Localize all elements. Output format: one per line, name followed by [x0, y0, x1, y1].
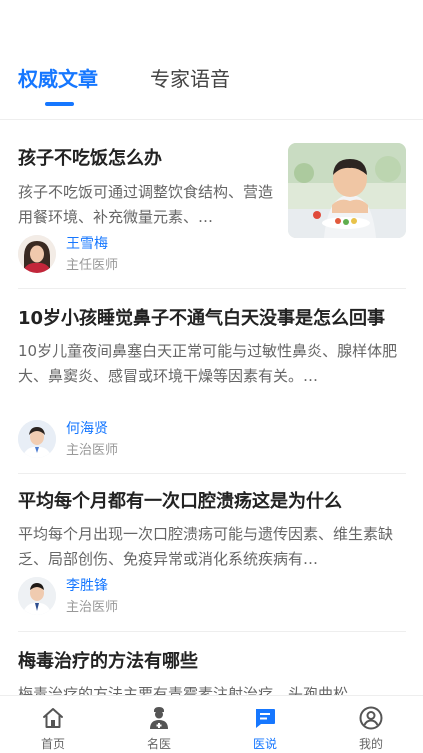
- tabbar-item-home[interactable]: 首页: [0, 696, 106, 753]
- bottom-tab-bar: 首页 名医 医说 我的: [0, 695, 423, 753]
- article-summary: 孩子不吃饭可通过调整饮食结构、营造用餐环境、补充微量元素、…: [18, 183, 274, 226]
- article-title: 孩子不吃饭怎么办: [18, 148, 162, 169]
- author-title: 主治医师: [66, 600, 119, 615]
- tab-expert-voice[interactable]: 专家语音: [150, 64, 230, 94]
- article-card[interactable]: 梅毒治疗的方法有哪些 梅毒治疗的方法主要有青霉素注射治疗、头孢曲松…: [18, 632, 406, 695]
- tabbar-label: 我的: [358, 737, 383, 751]
- home-icon: [43, 708, 63, 728]
- avatar: [18, 235, 56, 273]
- article-summary: 平均每个月出现一次口腔溃疡可能与遗传因素、维生素缺乏、局部创伤、免疫异常或消化系…: [18, 525, 394, 568]
- author-title: 主任医师: [66, 258, 119, 273]
- article-card[interactable]: 孩子不吃饭怎么办 孩子不吃饭可通过调整饮食结构、营造用餐环境、补充微量元素、… …: [18, 121, 406, 289]
- doctor-icon: [150, 707, 168, 729]
- article-title: 梅毒治疗的方法有哪些: [18, 651, 198, 672]
- tabbar-label: 首页: [40, 737, 65, 751]
- article-feed[interactable]: 孩子不吃饭怎么办 孩子不吃饭可通过调整饮食结构、营造用餐环境、补充微量元素、… …: [0, 121, 423, 695]
- chat-icon: [256, 709, 275, 728]
- tab-active-indicator: [45, 102, 74, 106]
- tabbar-label: 名医: [146, 737, 171, 751]
- profile-icon: [359, 706, 383, 730]
- tab-authority-articles[interactable]: 权威文章: [18, 64, 98, 94]
- article-summary: 梅毒治疗的方法主要有青霉素注射治疗、头孢曲松…: [18, 685, 364, 695]
- article-title: 平均每个月都有一次口腔溃疡这是为什么: [18, 491, 342, 512]
- article-card[interactable]: 平均每个月都有一次口腔溃疡这是为什么 平均每个月出现一次口腔溃疡可能与遗传因素、…: [18, 474, 406, 632]
- author-name: 李胜锋: [66, 578, 108, 594]
- article-summary: 10岁儿童夜间鼻塞白天正常可能与过敏性鼻炎、腺样体肥大、鼻窦炎、感冒或环境干燥等…: [18, 342, 398, 385]
- tabbar-label: 医说: [252, 737, 277, 751]
- tabbar-item-profile[interactable]: 我的: [318, 696, 423, 753]
- tabbar-item-doctors[interactable]: 名医: [106, 696, 212, 753]
- tabbar-item-articles[interactable]: 医说: [212, 696, 318, 753]
- article-title: 10岁小孩睡觉鼻子不通气白天没事是怎么回事: [18, 308, 386, 329]
- article-thumbnail[interactable]: [288, 143, 406, 238]
- author-title: 主治医师: [66, 443, 119, 458]
- article-card[interactable]: 10岁小孩睡觉鼻子不通气白天没事是怎么回事 10岁儿童夜间鼻塞白天正常可能与过敏…: [18, 289, 406, 474]
- author-name: 何海贤: [66, 421, 108, 437]
- author-name: 王雪梅: [66, 236, 108, 252]
- avatar: [18, 420, 56, 458]
- top-tabs: 权威文章 专家语音: [0, 0, 423, 120]
- avatar: [18, 577, 56, 615]
